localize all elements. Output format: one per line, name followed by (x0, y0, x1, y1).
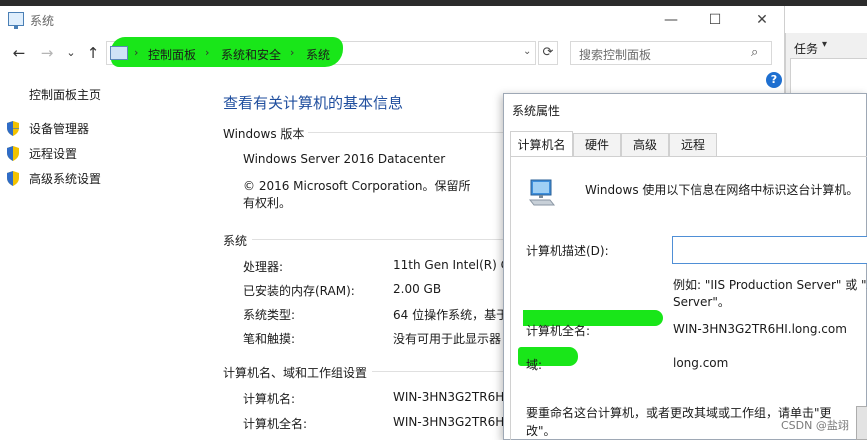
chevron-down-icon: ▾ (822, 39, 828, 50)
tasks-menu[interactable]: 任务 (794, 40, 818, 57)
example-line-1: 例如: "IIS Production Server" 或 "A (673, 278, 867, 292)
refresh-button[interactable]: ⟳ (538, 41, 558, 65)
system-type-value: 64 位操作系统，基于 (393, 308, 505, 322)
sidebar-item-label: 远程设置 (29, 147, 78, 161)
tab-hardware[interactable]: 硬件 (573, 133, 621, 156)
search-box[interactable]: 搜索控制面板 ⌕ (570, 41, 772, 65)
pen-touch-label: 笔和触摸: (243, 332, 296, 346)
divider (308, 132, 503, 133)
window-title: 系统 (30, 14, 55, 28)
domain-value: long.com (673, 356, 729, 370)
breadcrumb-separator: › (290, 46, 295, 59)
breadcrumb-system[interactable]: 系统 (306, 46, 330, 63)
title-bar: 系统 — ☐ ✕ (0, 6, 785, 34)
processor-label: 处理器: (243, 260, 284, 274)
page-title: 查看有关计算机的基本信息 (223, 94, 404, 112)
system-properties-dialog: 系统属性 计算机名 硬件 高级 远程 Windows 使用以下信息在网络中标识这… (503, 93, 867, 440)
computer-name-value: WIN-3HN3G2TR6HI (393, 390, 505, 404)
pen-touch-value: 没有可用于此显示器 (393, 332, 502, 346)
shield-icon (7, 146, 19, 161)
breadcrumb-system-security[interactable]: 系统和安全 (221, 46, 281, 63)
maximize-button[interactable]: ☐ (692, 6, 738, 34)
processor-value: 11th Gen Intel(R) Co (393, 258, 505, 272)
copyright-line-1: © 2016 Microsoft Corporation。保留所 (243, 179, 471, 193)
domain-label: 域: (526, 358, 543, 372)
system-type-label: 系统类型: (243, 308, 296, 322)
computer-icon (8, 12, 24, 29)
tab-advanced[interactable]: 高级 (621, 133, 669, 156)
sidebar-item-label: 高级系统设置 (29, 172, 102, 186)
divider (252, 239, 503, 240)
full-computer-name-value: WIN-3HN3G2TR6HI (393, 415, 505, 429)
minimize-button[interactable]: — (648, 6, 694, 34)
full-name-value: WIN-3HN3G2TR6HI.long.com (673, 322, 847, 336)
breadcrumb-separator: › (134, 46, 139, 59)
help-icon[interactable]: ? (766, 72, 782, 88)
address-bar[interactable]: › 控制面板 › 系统和安全 › 系统 ⌄ (106, 37, 536, 67)
system-heading: 系统 (223, 234, 248, 248)
close-button[interactable]: ✕ (739, 6, 785, 34)
full-computer-name-label: 计算机全名: (243, 417, 308, 431)
navigation-bar: ← → ⌄ ↑ › 控制面板 › 系统和安全 › 系统 ⌄ ⟳ 搜索控制面板 ⌕ (0, 37, 785, 67)
computer-icon (110, 46, 128, 60)
change-button[interactable] (856, 406, 867, 440)
dialog-title: 系统属性 (512, 104, 561, 118)
computer-name-label: 计算机名: (243, 392, 296, 406)
search-placeholder: 搜索控制面板 (579, 48, 652, 62)
address-dropdown-icon[interactable]: ⌄ (523, 46, 531, 57)
full-name-label: 计算机全名: (526, 324, 591, 338)
ram-value: 2.00 GB (393, 282, 442, 296)
computer-description-input[interactable] (672, 236, 867, 264)
shield-icon (7, 171, 19, 186)
breadcrumb-separator: › (205, 46, 210, 59)
edition-name: Windows Server 2016 Datacenter (243, 152, 446, 166)
watermark: CSDN @盐翊 (781, 419, 849, 432)
description-label: 计算机描述(D): (526, 244, 609, 258)
search-icon[interactable]: ⌕ (751, 45, 758, 60)
back-button[interactable]: ← (10, 43, 28, 63)
divider (372, 371, 503, 372)
copyright-line-2: 有权利。 (243, 196, 292, 210)
up-button[interactable]: ↑ (84, 43, 102, 63)
computer-network-icon (528, 179, 556, 206)
windows-edition-heading: Windows 版本 (223, 127, 305, 141)
tab-computer-name[interactable]: 计算机名 (510, 131, 573, 157)
forward-button[interactable]: → (38, 43, 56, 63)
example-line-2: Server"。 (673, 295, 730, 309)
sidebar-item-label: 设备管理器 (29, 122, 90, 136)
ram-label: 已安装的内存(RAM): (243, 284, 355, 298)
control-panel-home-link[interactable]: 控制面板主页 (29, 86, 101, 103)
recent-locations-button[interactable]: ⌄ (62, 43, 80, 63)
rename-instructions-line-2: 改"。 (526, 424, 556, 438)
computer-name-heading: 计算机名、域和工作组设置 (223, 366, 368, 380)
tab-remote[interactable]: 远程 (669, 133, 717, 156)
dialog-intro-text: Windows 使用以下信息在网络中标识这台计算机。 (585, 183, 859, 197)
shield-icon (7, 121, 19, 136)
breadcrumb-control-panel[interactable]: 控制面板 (148, 46, 196, 63)
